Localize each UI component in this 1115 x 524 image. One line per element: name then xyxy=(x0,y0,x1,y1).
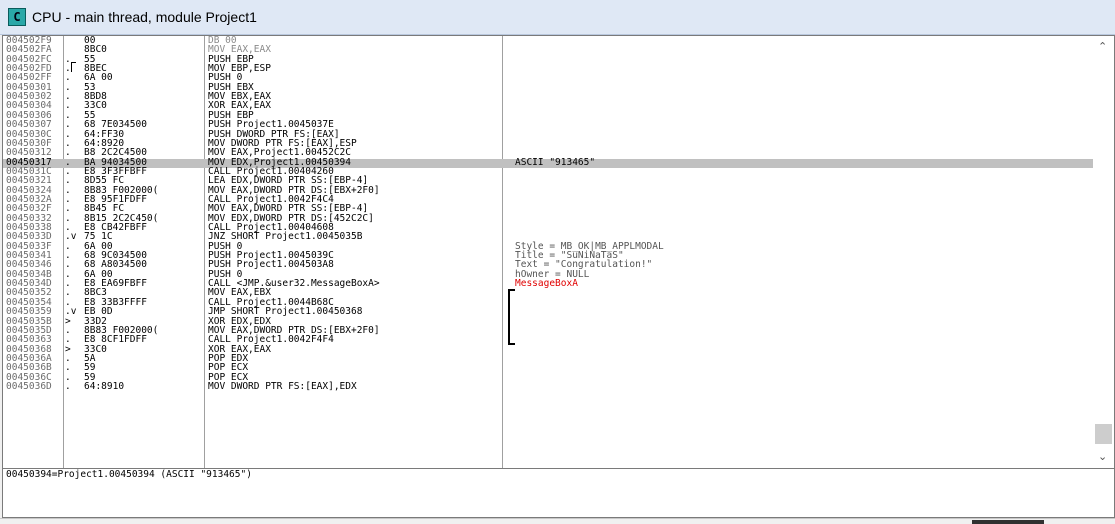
disassembly-row[interactable]: 0045031C. E8 3F3FFBFF CALL Project1.004042… xyxy=(3,166,1093,177)
disassembly-row[interactable]: 00450324. 8B83 F002000(MOV EAX,DWORD PTR … xyxy=(3,185,1093,196)
disassembly-row[interactable]: 00450307. 68 7E034500 PUSH Project1.004503… xyxy=(3,120,1093,130)
disassembly-row[interactable]: 00450338. E8 CB42FBFF CALL Project1.004046… xyxy=(3,223,1093,233)
disassembly-row[interactable]: 004502FC. 55 PUSH EBP xyxy=(3,54,1093,65)
disassembly-row[interactable]: 00450321. 8D55 FC LEA EDX,DWORD PTR SS:[EB… xyxy=(3,176,1093,186)
disassembly-row[interactable]: 004502F9 00 DB 00 xyxy=(3,36,1093,46)
disassembly-row[interactable]: 004502FF. 6A 00 PUSH 0 xyxy=(3,73,1093,83)
disassembly-row[interactable]: 0045036A. 5A POP EDX xyxy=(3,353,1093,364)
disassembly-row[interactable]: 0045036D. 64:8910 MOV DWORD PTR FS:[EAX],E… xyxy=(3,380,1093,392)
disassembly-pane[interactable]: 004502F9 00 DB 00 004502FA 8BC0 MOV EAX,EAX 00… xyxy=(2,35,1115,469)
scroll-up-icon[interactable]: ⌃ xyxy=(1098,40,1107,53)
cpu-window-icon: C xyxy=(8,8,26,26)
cpu-window: C CPU - main thread, module Project1 004… xyxy=(0,0,1115,524)
disassembly-row[interactable]: 0045036B. 59 POP ECX xyxy=(3,363,1093,373)
vertical-scrollbar[interactable]: ⌃ ⌄ xyxy=(1094,36,1114,468)
disassembly-row[interactable]: 0045035B >33D2 XOR EDX,EDX xyxy=(3,316,1093,327)
info-text: 00450394=Project1.00450394 (ASCII "91346… xyxy=(6,469,252,480)
comment: MessageBoxA xyxy=(515,278,578,290)
disassembly-row[interactable]: 00450304. 33C0 XOR EAX,EAX xyxy=(3,101,1093,111)
disassembly-row[interactable]: 00450332. 8B15 2C2C450(MOV EDX,DWORD PTR … xyxy=(3,213,1093,224)
status-indicator xyxy=(972,520,1044,524)
call-args-bracket xyxy=(508,289,515,345)
disassembly-row[interactable]: 0045032F. 8B45 FC MOV EAX,DWORD PTR SS:[EB… xyxy=(3,204,1093,214)
disassembly-row[interactable]: 0045036C. 59 POP ECX xyxy=(3,372,1093,383)
disassembly-row[interactable]: 00450359 .v EB 0D JMP SHORT Project1.004503… xyxy=(3,307,1093,317)
scroll-down-icon[interactable]: ⌄ xyxy=(1098,450,1107,463)
disassembly: MOV DWORD PTR FS:[EAX],EDX xyxy=(208,380,357,392)
disassembly-row[interactable]: 00450306. 55 PUSH EBP xyxy=(3,110,1093,121)
disassembly-row[interactable]: 0045035D. 8B83 F002000(MOV EAX,DWORD PTR … xyxy=(3,325,1093,336)
disassembly-row[interactable]: 00450301. 53 PUSH EBX xyxy=(3,82,1093,93)
procedure-bracket xyxy=(71,62,76,72)
disassembly-row[interactable]: 00450368 >33C0 XOR EAX,EAX xyxy=(3,344,1093,355)
disassembly-row[interactable]: 004502FA 8BC0 MOV EAX,EAX xyxy=(3,45,1093,55)
address: 0045036D xyxy=(6,380,52,392)
disassembly-row[interactable]: 0045032A. E8 95F1FDFF CALL Project1.0042F4… xyxy=(3,194,1093,205)
comment: ASCII "913465" xyxy=(515,156,596,168)
hex-bytes: 64:8910 xyxy=(84,380,125,392)
title-bar: C CPU - main thread, module Project1 xyxy=(0,0,1115,35)
disassembly-row[interactable]: 0045030C. 64:FF30 PUSH DWORD PTR FS:[EAX] xyxy=(3,129,1093,140)
disassembly-row[interactable]: 00450363. E8 8CF1FDFF CALL Project1.0042F4… xyxy=(3,335,1093,345)
disassembly-row[interactable]: 00450302. 8BD8 MOV EBX,EAX xyxy=(3,92,1093,102)
disassembly-row[interactable]: 004502FD. 8BEC MOV EBP,ESP xyxy=(3,64,1093,74)
disassembly-row[interactable]: 00450352. 8BC3 MOV EAX,EBX xyxy=(3,288,1093,298)
info-pane: 00450394=Project1.00450394 (ASCII "91346… xyxy=(2,468,1115,518)
status-bar xyxy=(0,518,1115,524)
flow-marker: . xyxy=(65,380,71,392)
disassembly-row[interactable]: 0045030F. 64:8920 MOV DWORD PTR FS:[EAX],E… xyxy=(3,138,1093,149)
scroll-thumb[interactable] xyxy=(1095,424,1112,444)
window-title: CPU - main thread, module Project1 xyxy=(32,9,257,25)
disassembly-row[interactable]: 0045034D. E8 EA69FBFF CALL <JMP.&user32.Me… xyxy=(3,278,1093,290)
disassembly-row[interactable]: 00450317. BA 94034500 MOV EDX,Project1.004… xyxy=(3,156,1093,168)
disassembly-row[interactable]: 00450354. E8 33B3FFFF CALL Project1.0044B6… xyxy=(3,297,1093,308)
